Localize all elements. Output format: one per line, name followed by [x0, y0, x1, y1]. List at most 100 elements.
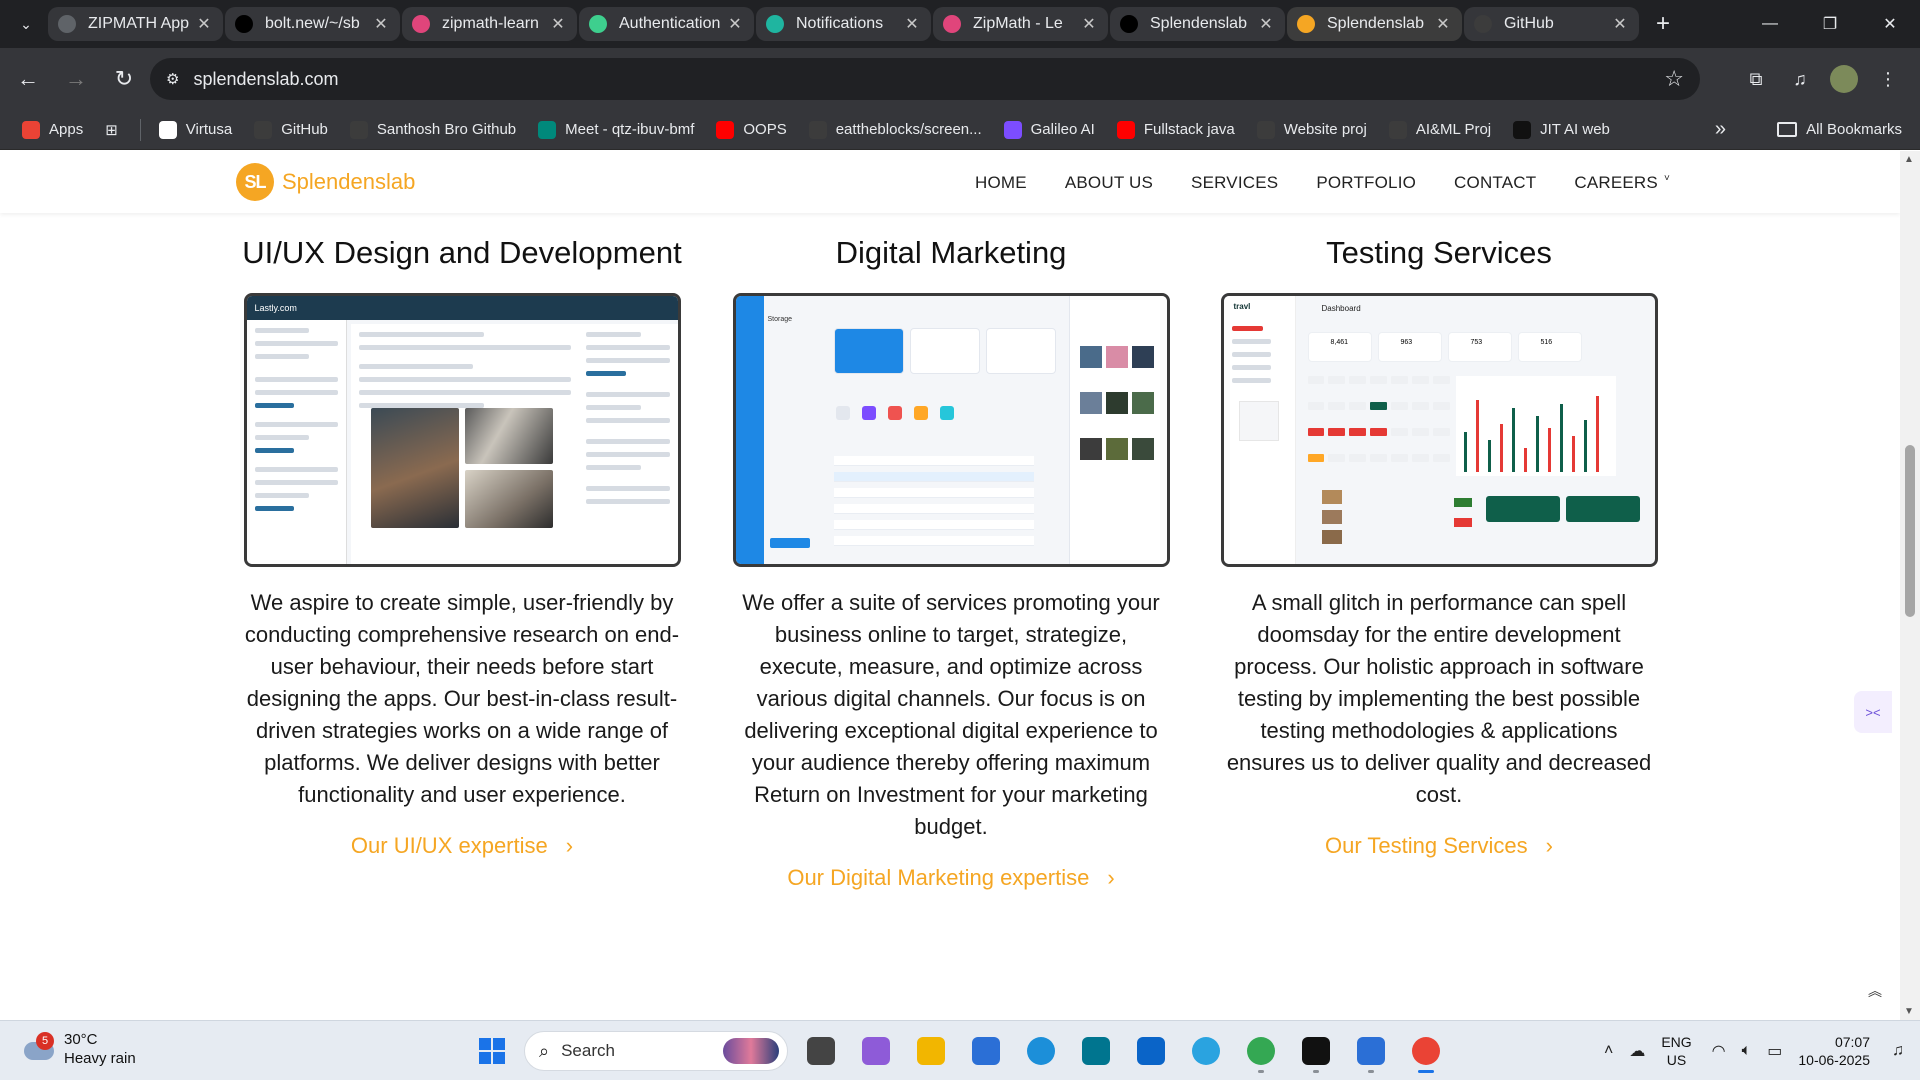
close-tab-icon[interactable]: ✕: [549, 14, 567, 34]
taskbar-app[interactable]: [1349, 1029, 1393, 1073]
bookmark-item[interactable]: Website proj: [1256, 120, 1367, 139]
site-logo[interactable]: SL Splendenslab: [236, 163, 415, 201]
chevron-up-double-icon[interactable]: ︽: [1868, 981, 1882, 1001]
extensions-icon[interactable]: ⧉: [1734, 58, 1778, 100]
taskbar-app[interactable]: [854, 1029, 898, 1073]
bookmark-item[interactable]: Apps: [22, 120, 83, 139]
browser-tab[interactable]: Authentication ✕: [579, 7, 754, 41]
nav-portfolio[interactable]: PORTFOLIO: [1316, 173, 1416, 193]
minimize-button[interactable]: —: [1740, 0, 1800, 48]
mock-bar: [1463, 432, 1467, 472]
bookmark-item[interactable]: OOPS: [716, 120, 787, 139]
time: 07:07: [1834, 1034, 1870, 1050]
nav-home[interactable]: HOME: [975, 173, 1027, 193]
scroll-down-arrow-icon[interactable]: ▼: [1904, 1006, 1914, 1017]
media-control-icon[interactable]: ♫: [1778, 58, 1822, 100]
chevron-right-icon: ›: [565, 833, 574, 858]
bookmark-star-icon[interactable]: ☆: [1664, 66, 1684, 92]
taskbar-search[interactable]: ⌕ Search: [524, 1031, 788, 1071]
bookmark-item[interactable]: AI&ML Proj: [1388, 120, 1491, 139]
close-tab-icon[interactable]: ✕: [1611, 14, 1629, 34]
scroll-up-arrow-icon[interactable]: ▲: [1904, 154, 1914, 165]
taskbar-app[interactable]: [909, 1029, 953, 1073]
chevron-up-icon[interactable]: ˄: [1604, 1042, 1613, 1060]
close-tab-icon[interactable]: ✕: [1257, 14, 1275, 34]
bookmark-item[interactable]: eattheblocks/screen...: [808, 120, 982, 139]
start-button[interactable]: [470, 1029, 514, 1073]
nav-contact[interactable]: CONTACT: [1454, 173, 1536, 193]
profile-button[interactable]: [1822, 58, 1866, 100]
bookmark-item[interactable]: GitHub: [254, 120, 328, 139]
close-tab-icon[interactable]: ✕: [1434, 14, 1452, 34]
tab-title: ZipMath - Le: [973, 15, 1063, 32]
volume-icon[interactable]: 🔈︎: [1742, 1042, 1752, 1060]
close-tab-icon[interactable]: ✕: [195, 14, 213, 34]
bookmark-item[interactable]: Galileo AI: [1003, 120, 1095, 139]
nav-services[interactable]: SERVICES: [1191, 173, 1278, 193]
close-tab-icon[interactable]: ✕: [726, 14, 744, 34]
browser-tab[interactable]: bolt.new/~/sb ✕: [225, 7, 400, 41]
scrollbar-thumb[interactable]: [1905, 445, 1915, 617]
weather-widget[interactable]: 5 30°C Heavy rain: [22, 1030, 136, 1068]
close-window-button[interactable]: ✕: [1860, 0, 1920, 48]
taskbar-app[interactable]: [1019, 1029, 1063, 1073]
chevron-right-double-icon[interactable]: »: [1715, 118, 1726, 141]
close-tab-icon[interactable]: ✕: [372, 14, 390, 34]
code-widget-icon[interactable]: ><: [1854, 691, 1892, 733]
new-tab-button[interactable]: +: [1647, 8, 1679, 40]
bookmark-item[interactable]: Fullstack java: [1116, 120, 1235, 139]
taskbar-app[interactable]: [964, 1029, 1008, 1073]
taskbar-app[interactable]: [1239, 1029, 1283, 1073]
search-icon: ⌕: [539, 1040, 550, 1061]
taskbar-app[interactable]: [799, 1029, 843, 1073]
browser-tab[interactable]: Splendenslab ✕: [1110, 7, 1285, 41]
nav-about-us[interactable]: ABOUT US: [1065, 173, 1153, 193]
taskbar-app[interactable]: [1404, 1029, 1448, 1073]
mock-bar-chart: [1455, 376, 1616, 476]
all-bookmarks-button[interactable]: All Bookmarks: [1777, 121, 1902, 138]
browser-tab[interactable]: ZIPMATH App ✕: [48, 7, 223, 41]
page-scrollbar[interactable]: ▲ ▼: [1900, 151, 1920, 1020]
close-tab-icon[interactable]: ✕: [1080, 14, 1098, 34]
taskbar-app[interactable]: [1129, 1029, 1173, 1073]
browser-tab[interactable]: GitHub ✕: [1464, 7, 1639, 41]
close-tab-icon[interactable]: ✕: [903, 14, 921, 34]
testing-services-link[interactable]: Our Testing Services ›: [1325, 833, 1553, 859]
site-header: SL Splendenslab HOME ABOUT US SERVICES P…: [0, 151, 1900, 213]
bookmark-item[interactable]: Santhosh Bro Github: [349, 120, 516, 139]
language-indicator[interactable]: ENG US: [1661, 1033, 1691, 1069]
browser-tab[interactable]: zipmath-learn ✕: [402, 7, 577, 41]
onedrive-icon[interactable]: ☁: [1629, 1041, 1645, 1061]
clock[interactable]: 07:07 10-06-2025: [1798, 1033, 1870, 1069]
bookmark-item[interactable]: Meet - qtz-ibuv-bmf: [538, 120, 694, 139]
taskbar-app[interactable]: [1184, 1029, 1228, 1073]
tab-search-button[interactable]: ⌄: [6, 4, 46, 44]
menu-kebab-icon[interactable]: ⋮: [1866, 58, 1910, 100]
bookmark-item[interactable]: Virtusa: [158, 120, 232, 139]
browser-tab[interactable]: Notifications ✕: [756, 7, 931, 41]
tab-groups-icon[interactable]: ⊞: [105, 121, 118, 139]
back-button[interactable]: ←: [8, 59, 48, 99]
window-controls: — ❐ ✕: [1740, 0, 1920, 48]
site-info-icon[interactable]: ⚙: [166, 70, 179, 88]
mock-sidebar: [735, 296, 764, 564]
taskbar-app[interactable]: [1074, 1029, 1118, 1073]
forward-button[interactable]: →: [56, 59, 96, 99]
wifi-icon[interactable]: ◠: [1712, 1041, 1726, 1061]
notification-bell-icon[interactable]: ♫: [1892, 1042, 1904, 1060]
digital-marketing-expertise-link[interactable]: Our Digital Marketing expertise ›: [787, 865, 1114, 891]
service-title: UI/UX Design and Development: [242, 235, 682, 270]
uiux-expertise-link[interactable]: Our UI/UX expertise ›: [351, 833, 573, 859]
link-label: Our UI/UX expertise: [350, 833, 548, 858]
nav-careers[interactable]: CAREERS ˅: [1574, 173, 1670, 193]
browser-tab[interactable]: Splendenslab ✕: [1287, 7, 1462, 41]
battery-icon[interactable]: ▭: [1767, 1041, 1782, 1061]
url-text[interactable]: splendenslab.com: [193, 69, 338, 90]
restore-button[interactable]: ❐: [1800, 0, 1860, 48]
mock-right-panel: [577, 324, 678, 564]
browser-tab[interactable]: ZipMath - Le ✕: [933, 7, 1108, 41]
reload-button[interactable]: ↻: [104, 59, 144, 99]
address-bar[interactable]: ⚙ splendenslab.com ☆: [150, 58, 1700, 100]
taskbar-app[interactable]: [1294, 1029, 1338, 1073]
bookmark-item[interactable]: JIT AI web: [1513, 120, 1610, 139]
